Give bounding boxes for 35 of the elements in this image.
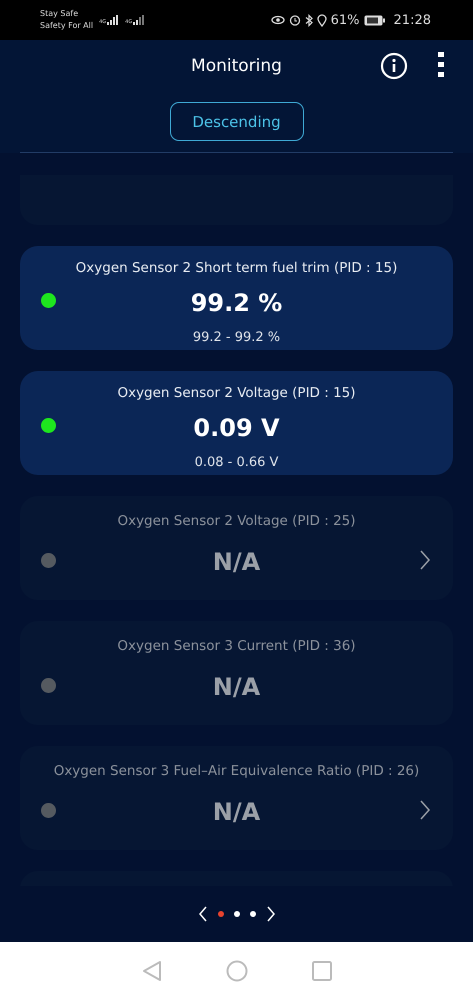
sensor-card[interactable]: Oxygen Sensor 2 Voltage (PID : 25) N/A xyxy=(20,496,453,600)
previous-icon[interactable] xyxy=(198,906,208,922)
sensor-title: Oxygen Sensor 3 Current (PID : 36) xyxy=(116,638,357,654)
sensor-title: Oxygen Sensor 2 Voltage (PID : 15) xyxy=(116,384,357,401)
sensor-value: 99.2 % xyxy=(190,288,284,317)
sensor-value: N/A xyxy=(212,798,262,826)
info-icon[interactable] xyxy=(380,52,408,80)
battery-percent: 61% xyxy=(330,12,360,28)
carrier-text: Stay Safe xyxy=(40,8,80,20)
page-dot[interactable] xyxy=(234,911,240,917)
sensor-title: Oxygen Sensor 2 Voltage (PID : 25) xyxy=(116,512,357,529)
sensor-range: 99.2 - 99.2 % xyxy=(192,330,282,346)
sensor-title: Oxygen Sensor 3 Fuel–Air Equivalence Ratio (PID : 26) xyxy=(52,762,420,779)
sensor-card[interactable]: Oxygen Sensor 3 Fuel–Air Equivalence Ratio (PID : 26) N/A xyxy=(20,746,453,850)
eye-icon xyxy=(270,15,285,25)
page-dot[interactable] xyxy=(218,911,224,917)
sensor-title: Oxygen Sensor 2 Short term fuel trim (PID : 15) xyxy=(74,260,398,276)
battery-icon xyxy=(364,14,386,26)
menu-icon[interactable] xyxy=(437,52,445,78)
sensor-card[interactable]: Oxygen Sensor 3 Current (PID : 36) N/A xyxy=(20,621,453,725)
carrier-text: Safety For All xyxy=(40,20,94,32)
sensor-value: 0.09 V xyxy=(192,414,281,442)
sensor-value: N/A xyxy=(212,673,262,702)
location-icon xyxy=(316,14,327,26)
screen-title: Monitoring xyxy=(191,56,282,76)
sensor-value: N/A xyxy=(212,548,262,576)
clock-time: 21:28 xyxy=(394,12,431,28)
sensor-card[interactable]: Oxygen Sensor 2 Short term fuel trim (PID : 15) 99.2 % 99.2 - 99.2 % xyxy=(20,246,453,350)
sensor-card[interactable]: Oxygen Sensor 2 Voltage (PID : 15) 0.09 V 0.08 - 0.66 V xyxy=(20,371,453,475)
sensor-range: 0.08 - 0.66 V xyxy=(194,455,280,470)
bluetooth-icon xyxy=(304,14,313,26)
page-dot[interactable] xyxy=(250,911,256,917)
sort-button[interactable]: Descending xyxy=(170,102,304,141)
next-icon[interactable] xyxy=(266,906,276,922)
alarm-icon xyxy=(288,14,301,26)
